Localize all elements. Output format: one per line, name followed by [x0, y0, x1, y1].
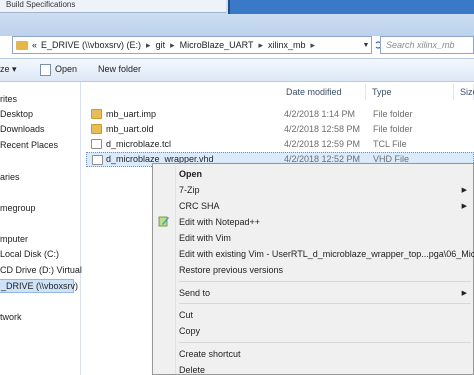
breadcrumb-item-project[interactable]: MicroBlaze_UART — [180, 40, 254, 50]
menu-item-open[interactable]: Open — [179, 169, 202, 179]
breadcrumb-separator[interactable]: ▸ — [258, 40, 263, 51]
column-header-type[interactable]: Type — [366, 84, 454, 100]
file-type: TCL File — [373, 139, 407, 149]
open-button[interactable]: Open — [55, 64, 77, 74]
submenu-arrow-icon: ▶ — [461, 290, 467, 297]
previous-window-title: Build Specifications — [6, 0, 76, 9]
context-menu: Open 7-Zip ▶ CRC SHA ▶ Edit with Notepad… — [152, 163, 474, 375]
folder-icon — [16, 40, 28, 50]
breadcrumb-separator[interactable]: ▸ — [311, 40, 316, 51]
folder-icon — [91, 109, 102, 119]
file-type: File folder — [373, 109, 413, 119]
submenu-arrow-icon: ▶ — [461, 187, 467, 194]
nav-recent-places[interactable]: Recent Places — [0, 140, 58, 150]
menu-item-crc-sha[interactable]: CRC SHA — [179, 201, 220, 211]
nav-local-disk[interactable]: Local Disk (C:) — [0, 249, 59, 259]
nav-downloads[interactable]: Downloads — [0, 124, 45, 134]
menu-separator — [179, 303, 471, 304]
file-name: mb_uart.old — [106, 124, 154, 134]
file-row[interactable]: d_microblaze.tcl 4/2/2018 12:59 PM TCL F… — [86, 137, 474, 152]
file-date: 4/2/2018 12:58 PM — [284, 124, 361, 134]
breadcrumb-separator[interactable]: ▸ — [170, 40, 175, 51]
nav-network[interactable]: twork — [0, 312, 22, 322]
menu-item-create-shortcut[interactable]: Create shortcut — [179, 349, 241, 359]
menu-item-edit-existing-vim[interactable]: Edit with existing Vim - UserRTL_d_micro… — [179, 249, 474, 259]
nav-cd-drive[interactable]: CD Drive (D:) Virtual — [0, 265, 82, 275]
breadcrumb: « E_DRIVE (\\vboxsrv) (E:) ▸ git ▸ Micro… — [32, 40, 320, 51]
navigation-pane: rites Desktop Downloads Recent Places ar… — [0, 82, 82, 375]
file-date: 4/2/2018 12:59 PM — [284, 139, 361, 149]
document-icon — [91, 139, 102, 149]
menu-item-edit-vim[interactable]: Edit with Vim — [179, 233, 231, 243]
menu-item-cut[interactable]: Cut — [179, 310, 193, 320]
address-bar[interactable]: « E_DRIVE (\\vboxsrv) (E:) ▸ git ▸ Micro… — [12, 36, 372, 54]
file-date: 4/2/2018 1:14 PM — [284, 109, 356, 119]
file-row[interactable]: mb_uart.old 4/2/2018 12:58 PM File folde… — [86, 122, 474, 137]
open-icon — [40, 64, 51, 76]
menu-separator — [179, 342, 471, 343]
menu-item-restore-versions[interactable]: Restore previous versions — [179, 265, 283, 275]
nav-favorites[interactable]: rites — [0, 94, 17, 104]
new-folder-button[interactable]: New folder — [98, 64, 141, 74]
breadcrumb-separator[interactable]: ▸ — [146, 40, 151, 51]
breadcrumb-item-git[interactable]: git — [156, 40, 166, 50]
menu-item-edit-notepad[interactable]: Edit with Notepad++ — [179, 217, 260, 227]
nav-desktop[interactable]: Desktop — [0, 109, 33, 119]
file-name: mb_uart.imp — [106, 109, 157, 119]
menu-icon-gutter — [175, 166, 176, 374]
column-header-size[interactable]: Size — [454, 84, 474, 100]
column-header-date[interactable]: Date modified — [280, 84, 366, 100]
previous-window-title-bar[interactable]: Build Specifications — [0, 0, 226, 13]
search-input[interactable]: Search xilinx_mb — [380, 36, 474, 54]
menu-item-7zip[interactable]: 7-Zip — [179, 185, 200, 195]
folder-icon — [91, 124, 102, 134]
file-type: File folder — [373, 124, 413, 134]
nav-homegroup[interactable]: megroup — [0, 203, 36, 213]
breadcrumb-overflow[interactable]: « — [32, 40, 37, 50]
organize-button[interactable]: ze ▾ — [0, 64, 17, 75]
menu-item-send-to[interactable]: Send to — [179, 288, 210, 298]
notepad-plus-plus-icon — [158, 216, 169, 227]
submenu-arrow-icon: ▶ — [461, 203, 467, 210]
menu-separator — [179, 281, 471, 282]
file-name: d_microblaze.tcl — [106, 139, 172, 149]
file-row[interactable]: mb_uart.imp 4/2/2018 1:14 PM File folder — [86, 107, 474, 122]
menu-item-copy[interactable]: Copy — [179, 326, 200, 336]
command-bar: ze ▾ Open New folder — [0, 58, 474, 82]
menu-item-delete[interactable]: Delete — [179, 365, 205, 375]
breadcrumb-item-drive[interactable]: E_DRIVE (\\vboxsrv) (E:) — [41, 40, 141, 50]
background-window[interactable] — [228, 0, 474, 14]
window-chrome: Build Specifications — [0, 0, 474, 36]
breadcrumb-item-current[interactable]: xilinx_mb — [268, 40, 306, 50]
nav-e-drive[interactable]: _DRIVE (\\vboxsrv) — [0, 279, 78, 293]
nav-libraries[interactable]: aries — [0, 172, 20, 182]
nav-computer[interactable]: mputer — [0, 234, 28, 244]
address-dropdown-icon[interactable]: ▼ — [361, 42, 371, 49]
document-icon — [92, 155, 103, 165]
